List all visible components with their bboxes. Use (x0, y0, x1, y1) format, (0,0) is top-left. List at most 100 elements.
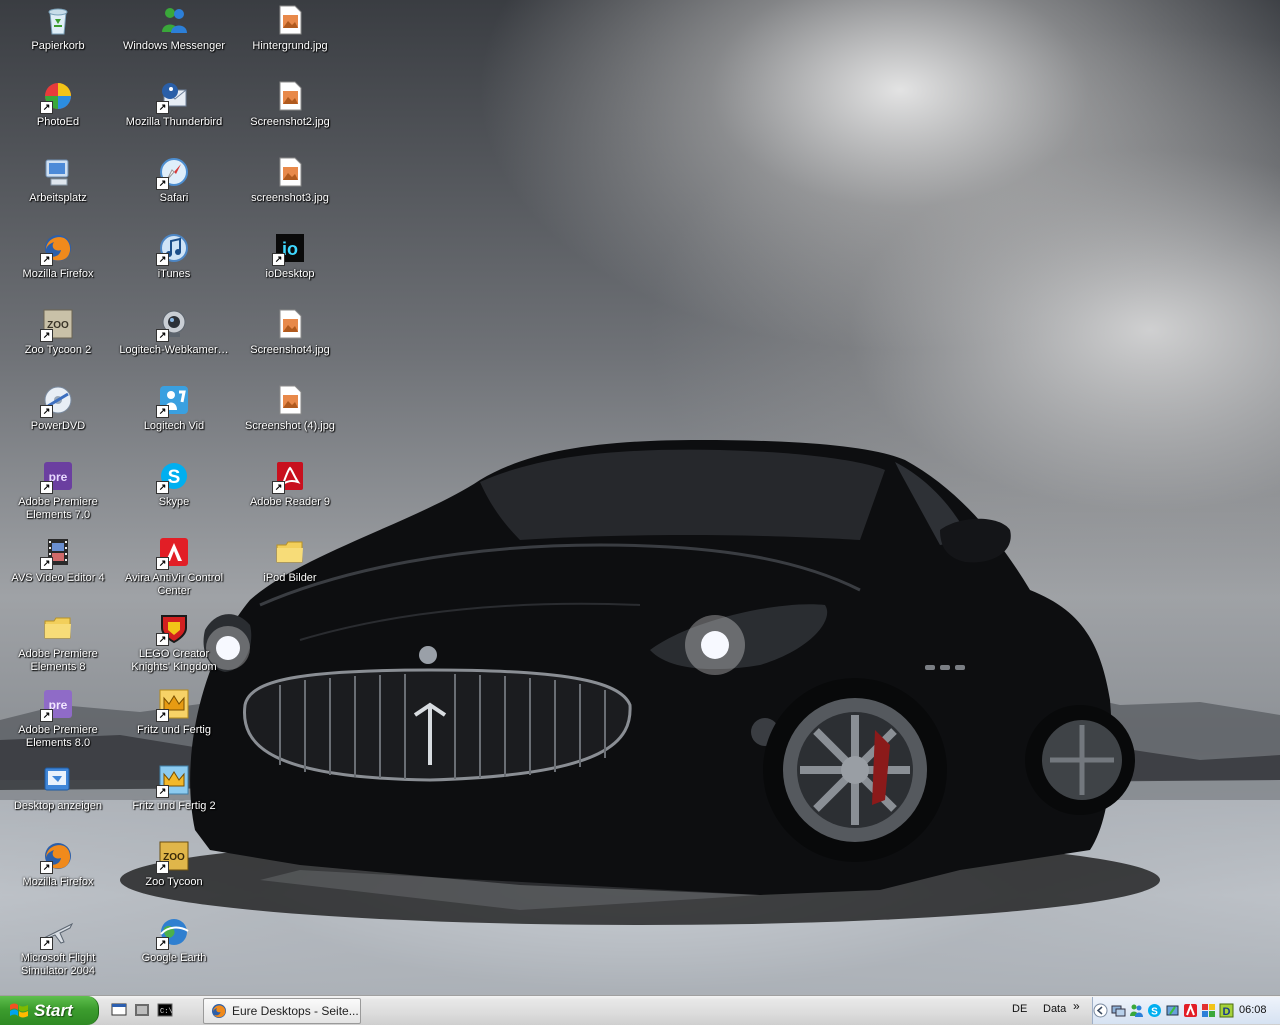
start-button[interactable]: Start (0, 996, 99, 1025)
svg-text:S: S (1151, 1007, 1158, 1018)
desktop-icon-avira[interactable]: ↗ Avira AntiVir Control Center (116, 536, 232, 598)
data-toolbar-label[interactable]: Data (1043, 1003, 1066, 1015)
logitech-vid-icon: ↗ (156, 384, 190, 418)
desktop-icon-label: Zoo Tycoon 2 (24, 344, 92, 356)
desktop-icon-papierkorb[interactable]: Papierkorb (0, 4, 116, 53)
svg-text:D: D (1223, 1006, 1231, 1018)
zoo-tycoon-icon: ZOO ↗ (40, 308, 74, 342)
lego-tray-icon[interactable] (1201, 1003, 1216, 1018)
desktop-icon-desktop-anzeigen[interactable]: Desktop anzeigen (0, 764, 116, 813)
tray-collapse-icon[interactable] (1093, 1003, 1108, 1018)
desktop-icon-safari[interactable]: ↗ Safari (116, 156, 232, 205)
shortcut-arrow-icon: ↗ (40, 937, 53, 950)
desktop-icon-screenshot2-jpg[interactable]: Screenshot2.jpg (232, 80, 348, 129)
desktop-icon-skype[interactable]: S ↗ Skype (116, 460, 232, 509)
shortcut-arrow-icon: ↗ (156, 785, 169, 798)
network-icon[interactable] (1111, 1003, 1126, 1018)
cmd-icon[interactable]: C:\ (157, 1002, 173, 1018)
shortcut-arrow-icon: ↗ (40, 557, 53, 570)
desktop-icon-photoed[interactable]: ↗ PhotoEd (0, 80, 116, 129)
shortcut-arrow-icon: ↗ (156, 101, 169, 114)
desktop-icon-label: PowerDVD (30, 420, 86, 432)
desktop-icon-powerdvd[interactable]: ↗ PowerDVD (0, 384, 116, 433)
desktop-icon-google-earth[interactable]: ↗ Google Earth (116, 916, 232, 965)
desktop-icon-screenshot-4-jpg[interactable]: Screenshot (4).jpg (232, 384, 348, 433)
d-tray-icon[interactable]: D (1219, 1003, 1234, 1018)
shortcut-arrow-icon: ↗ (156, 709, 169, 722)
desktop-icon-label: iPod Bilder (263, 572, 317, 584)
crown-icon: ↗ (156, 764, 190, 798)
messenger-icon (158, 4, 190, 36)
desktop-icon-label: Screenshot (4).jpg (245, 420, 335, 432)
avira-tray-icon[interactable] (1183, 1003, 1198, 1018)
desktop-icon-thunderbird[interactable]: ↗ Mozilla Thunderbird (116, 80, 232, 129)
powerdvd-icon: ↗ (40, 384, 74, 418)
shortcut-arrow-icon: ↗ (156, 329, 169, 342)
desktop-icon-logitech-vid[interactable]: ↗ Logitech Vid (116, 384, 232, 433)
desktop-icon-firefox[interactable]: ↗ Mozilla Firefox (0, 232, 116, 281)
folder-icon (42, 612, 74, 644)
desktop-icon-ipod-bilder[interactable]: iPod Bilder (232, 536, 348, 585)
desktop-icon-screenshot4-jpg[interactable]: Screenshot4.jpg (232, 308, 348, 357)
webcam-icon: ↗ (156, 308, 190, 342)
desktop-icon-label: Microsoft Flight Simulator 2004 (20, 952, 96, 977)
start-label: Start (34, 1000, 73, 1020)
desktop-icon-firefox-2[interactable]: ↗ Mozilla Firefox (0, 840, 116, 889)
desktop-icon-adobe-reader[interactable]: ↗ Adobe Reader 9 (232, 460, 348, 509)
desktop-icon-iodesktop[interactable]: io ↗ ioDesktop (232, 232, 348, 281)
desktop-icon-label: Adobe Premiere Elements 8 (18, 648, 98, 673)
desktop-icon-arbeitsplatz[interactable]: Arbeitsplatz (0, 156, 116, 205)
desktop-icon-flight-simulator[interactable]: ↗ Microsoft Flight Simulator 2004 (0, 916, 116, 978)
safely-remove-icon[interactable] (1165, 1003, 1180, 1018)
shortcut-arrow-icon: ↗ (156, 861, 169, 874)
taskbar-window-button[interactable]: Eure Desktops - Seite... (203, 998, 361, 1024)
desktop-icon-logitech-webcam[interactable]: ↗ Logitech-Webkamer… (116, 308, 232, 357)
desktop-icon-label: LEGO Creator Knights' Kingdom (131, 648, 217, 673)
desktop-icon-label: Adobe Premiere Elements 7.0 (18, 496, 98, 521)
film-icon: ↗ (40, 536, 74, 570)
adobe-reader-icon: ↗ (272, 460, 306, 494)
shortcut-arrow-icon: ↗ (40, 405, 53, 418)
shortcut-arrow-icon: ↗ (40, 481, 53, 494)
show-desktop-icon[interactable] (111, 1002, 127, 1018)
desktop-icon-zoo-tycoon-2[interactable]: ZOO ↗ Zoo Tycoon 2 (0, 308, 116, 357)
firefox-icon: ↗ (40, 840, 74, 874)
avira-icon: ↗ (156, 536, 190, 570)
language-indicator[interactable]: DE (1012, 1003, 1027, 1015)
desktop-icon-fritz-und-fertig-2[interactable]: ↗ Fritz und Fertig 2 (116, 764, 232, 813)
desktop-icon-zoo-tycoon[interactable]: ZOO ↗ Zoo Tycoon (116, 840, 232, 889)
media-icon[interactable] (134, 1002, 150, 1018)
recycle-bin-icon (42, 4, 74, 36)
shortcut-arrow-icon: ↗ (156, 557, 169, 570)
desktop-icon-windows-messenger[interactable]: Windows Messenger (116, 4, 232, 53)
messenger-tray-icon[interactable] (1129, 1003, 1144, 1018)
shortcut-arrow-icon: ↗ (40, 861, 53, 874)
desktop-icon-label: iTunes (157, 268, 191, 280)
desktop-icon-label: Screenshot2.jpg (250, 116, 330, 128)
desktop-icon-itunes[interactable]: ↗ iTunes (116, 232, 232, 281)
airplane-icon: ↗ (40, 916, 74, 950)
iodesktop-icon: io ↗ (272, 232, 306, 266)
crown-icon: ↗ (156, 688, 190, 722)
desktop-icon-label: Fritz und Fertig 2 (132, 800, 216, 812)
desktop-icon-premiere-7[interactable]: pre ↗ Adobe Premiere Elements 7.0 (0, 460, 116, 522)
clock[interactable]: 06:08 (1239, 1004, 1267, 1016)
itunes-icon: ↗ (156, 232, 190, 266)
desktop-icon-label: ioDesktop (265, 268, 315, 280)
image-file-icon (274, 4, 306, 36)
desktop-icon-avs-video-editor[interactable]: ↗ AVS Video Editor 4 (0, 536, 116, 585)
skype-tray-icon[interactable]: S (1147, 1003, 1162, 1018)
desktop-icon-premiere-8[interactable]: pre ↗ Adobe Premiere Elements 8.0 (0, 688, 116, 750)
desktop-icon-screenshot3-jpg[interactable]: screenshot3.jpg (232, 156, 348, 205)
desktop-icon-fritz-und-fertig[interactable]: ↗ Fritz und Fertig (116, 688, 232, 737)
firefox-icon (212, 1004, 226, 1018)
zoo-tycoon-icon: ZOO ↗ (156, 840, 190, 874)
shortcut-arrow-icon: ↗ (156, 253, 169, 266)
desktop-icon-lego-creator[interactable]: ↗ LEGO Creator Knights' Kingdom (116, 612, 232, 674)
desktop-icon-hintergrund-jpg[interactable]: Hintergrund.jpg (232, 4, 348, 53)
desktop-icon-label: Mozilla Thunderbird (125, 116, 223, 128)
desktop-icon-label: Screenshot4.jpg (250, 344, 330, 356)
desktop-icon-premiere-8-folder[interactable]: Adobe Premiere Elements 8 (0, 612, 116, 674)
my-computer-icon (42, 156, 74, 188)
toolbar-chevron-icon[interactable]: » (1073, 999, 1080, 1013)
